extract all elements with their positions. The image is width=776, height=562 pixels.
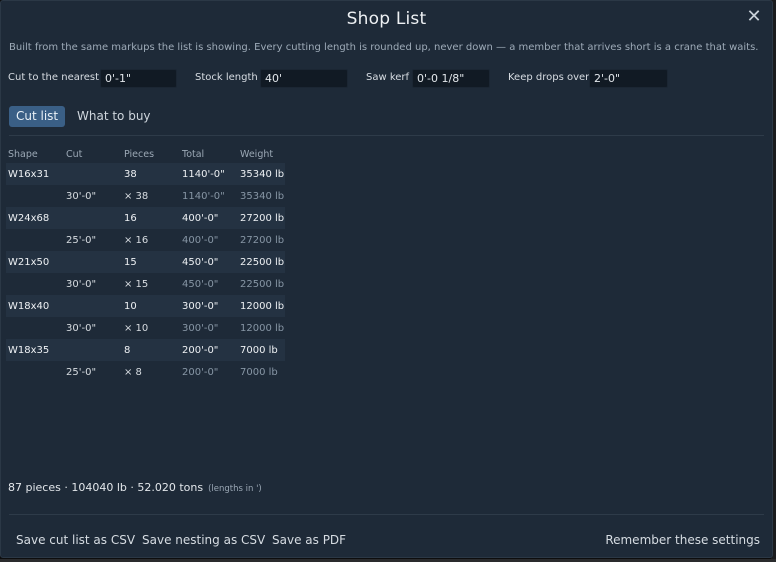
total-cell: 300'-0"	[182, 322, 219, 334]
remember-settings-button[interactable]: Remember these settings	[605, 529, 760, 551]
cut-cell: 30'-0"	[66, 190, 97, 202]
col-header-pieces: Pieces	[124, 148, 155, 160]
cut-cell	[64, 339, 122, 361]
tab-what-to-buy[interactable]: What to buy	[70, 106, 158, 127]
pieces-cell: × 8	[124, 366, 142, 378]
weight-cell: 12000 lb	[238, 295, 285, 317]
total-cell: 1140'-0"	[180, 163, 238, 185]
weight-cell: 12000 lb	[240, 322, 285, 334]
totals-summary: 87 pieces · 104040 lb · 52.020 tons (leng…	[8, 481, 262, 494]
col-header-cut: Cut	[66, 148, 83, 160]
cut-row: 25'-0" × 16 400'-0" 27200 lb	[6, 229, 285, 251]
round-label: Cut to the nearest	[8, 72, 100, 83]
round-input[interactable]	[100, 69, 177, 88]
shape-row: W21x50 15 450'-0" 22500 lb	[6, 251, 285, 273]
saw-kerf-input[interactable]	[412, 69, 490, 88]
close-icon[interactable]: ✕	[745, 8, 763, 26]
cut-cell	[64, 207, 122, 229]
shape-cell: W18x40	[6, 295, 64, 317]
save-pdf-button[interactable]: Save as PDF	[272, 529, 346, 551]
summary-text: 87 pieces · 104040 lb · 52.020 tons	[8, 481, 204, 494]
tab-divider	[9, 135, 764, 136]
shop-list-dialog: Shop List ✕ Built from the same markups …	[0, 0, 773, 558]
col-header-weight: Weight	[240, 148, 274, 160]
shape-cell	[6, 185, 64, 207]
shape-cell: W16x31	[6, 163, 64, 185]
pieces-cell: × 15	[124, 278, 149, 290]
pieces-cell: × 10	[124, 322, 149, 334]
weight-cell: 35340 lb	[238, 163, 285, 185]
total-cell: 1140'-0"	[182, 190, 225, 202]
weight-cell: 22500 lb	[240, 278, 285, 290]
shape-cell	[6, 273, 64, 295]
cut-cell: 25'-0"	[66, 366, 97, 378]
total-cell: 400'-0"	[182, 234, 219, 246]
shape-row: W18x35 8 200'-0" 7000 lb	[6, 339, 285, 361]
shape-cell	[6, 361, 64, 383]
shape-row: W16x31 38 1140'-0" 35340 lb	[6, 163, 285, 185]
dialog-titlebar: Shop List ✕	[1, 1, 772, 37]
units-hint: (lengths in ')	[208, 484, 262, 494]
weight-cell: 27200 lb	[240, 234, 285, 246]
cut-row: 30'-0" × 38 1140'-0" 35340 lb	[6, 185, 285, 207]
shape-cell: W21x50	[6, 251, 64, 273]
settings-row: Cut to the nearest Stock length Saw kerf…	[1, 69, 772, 89]
stock-length-label: Stock length	[195, 72, 258, 83]
pieces-cell: 38	[122, 163, 180, 185]
shape-cell	[6, 317, 64, 339]
total-cell: 450'-0"	[180, 251, 238, 273]
weight-cell: 27200 lb	[238, 207, 285, 229]
rounding-note: Built from the same markups the list is …	[9, 42, 759, 53]
shape-cell: W24x68	[6, 207, 64, 229]
table-header-row: Shape Cut Pieces Total Weight	[6, 145, 285, 163]
pieces-cell: 16	[122, 207, 180, 229]
total-cell: 200'-0"	[182, 366, 219, 378]
weight-cell: 7000 lb	[238, 339, 285, 361]
cut-cell: 30'-0"	[66, 278, 97, 290]
col-header-shape: Shape	[8, 148, 38, 160]
total-cell: 300'-0"	[180, 295, 238, 317]
cut-cell: 30'-0"	[66, 322, 97, 334]
cut-row: 30'-0" × 15 450'-0" 22500 lb	[6, 273, 285, 295]
footer-divider	[9, 514, 764, 515]
shape-row: W24x68 16 400'-0" 27200 lb	[6, 207, 285, 229]
save-nesting-csv-button[interactable]: Save nesting as CSV	[142, 529, 265, 551]
weight-cell: 7000 lb	[240, 366, 278, 378]
pieces-cell: 10	[122, 295, 180, 317]
cut-cell	[64, 295, 122, 317]
shape-cell	[6, 229, 64, 251]
col-header-total: Total	[182, 148, 205, 160]
tab-cut-list[interactable]: Cut list	[9, 106, 66, 127]
pieces-cell: × 38	[124, 190, 149, 202]
pieces-cell: 8	[122, 339, 180, 361]
total-cell: 450'-0"	[182, 278, 219, 290]
cut-row: 25'-0" × 8 200'-0" 7000 lb	[6, 361, 285, 383]
saw-kerf-label: Saw kerf	[366, 72, 410, 83]
total-cell: 400'-0"	[180, 207, 238, 229]
weight-cell: 35340 lb	[240, 190, 285, 202]
save-cut-list-csv-button[interactable]: Save cut list as CSV	[16, 529, 135, 551]
cut-cell: 25'-0"	[66, 234, 97, 246]
total-cell: 200'-0"	[180, 339, 238, 361]
dialog-title: Shop List	[346, 9, 427, 29]
shape-row: W18x40 10 300'-0" 12000 lb	[6, 295, 285, 317]
shape-cell: W18x35	[6, 339, 64, 361]
cut-row: 30'-0" × 10 300'-0" 12000 lb	[6, 317, 285, 339]
cut-cell	[64, 163, 122, 185]
pieces-cell: × 16	[124, 234, 149, 246]
keep-drops-input[interactable]	[589, 69, 668, 88]
footer-actions: Save cut list as CSV Save nesting as CSV…	[1, 529, 772, 551]
cut-cell	[64, 251, 122, 273]
weight-cell: 22500 lb	[238, 251, 285, 273]
pieces-cell: 15	[122, 251, 180, 273]
stock-length-input[interactable]	[260, 69, 348, 88]
keep-drops-label: Keep drops over	[508, 72, 590, 83]
cut-list-table: Shape Cut Pieces Total Weight W16x31 38 …	[6, 145, 285, 383]
